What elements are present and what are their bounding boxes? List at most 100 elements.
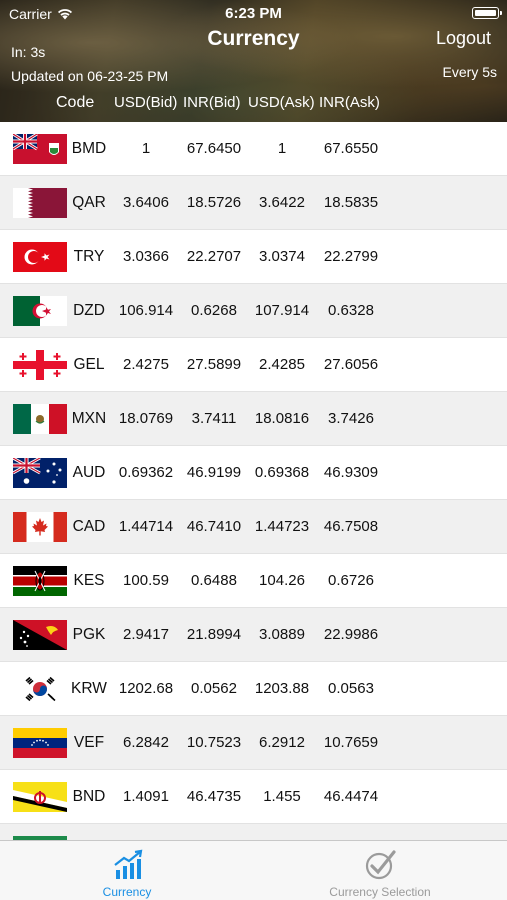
usd-bid-value: 2.9417: [123, 626, 169, 643]
brunei-flag-icon: [13, 782, 67, 812]
currency-row[interactable]: [0, 824, 507, 840]
currency-code: DZD: [73, 302, 105, 319]
currency-row[interactable]: GEL 2.4275 27.5899 2.4285 27.6056: [0, 338, 507, 392]
usd-ask-value: 3.0889: [259, 626, 305, 643]
tab-currency-selection[interactable]: Currency Selection: [280, 841, 480, 900]
column-header-inr-bid: INR(Bid): [183, 94, 241, 111]
inr-bid-value: 21.8994: [186, 626, 242, 643]
currency-code: QAR: [72, 194, 106, 211]
inr-ask-value: 46.9309: [323, 464, 379, 481]
usd-ask-value: 104.26: [259, 572, 305, 589]
mexico-flag-icon: [13, 404, 67, 434]
currency-code: AUD: [72, 464, 106, 481]
usd-ask-value: 1.44723: [254, 518, 310, 535]
usd-bid-value: 18.0769: [118, 410, 174, 427]
qatar-flag-icon: [13, 188, 67, 218]
usd-ask-value: 2.4285: [259, 356, 305, 373]
usd-ask-value: 107.914: [254, 302, 310, 319]
south-korea-flag-icon: [13, 674, 67, 704]
column-header-usd-bid: USD(Bid): [114, 94, 178, 111]
tab-currency-selection-label: Currency Selection: [329, 885, 431, 899]
column-header-code: Code: [56, 94, 95, 111]
venezuela-flag-icon: [13, 728, 67, 758]
usd-ask-value: 3.0374: [259, 248, 305, 265]
algeria-flag-icon: [13, 296, 67, 326]
currency-row[interactable]: DZD 106.914 0.6268 107.914 0.6328: [0, 284, 507, 338]
currency-row[interactable]: TRY 3.0366 22.2707 3.0374 22.2799: [0, 230, 507, 284]
inr-ask-value: 0.6726: [328, 572, 374, 589]
refresh-interval[interactable]: Every 5s: [443, 64, 497, 80]
usd-ask-value: 0.69368: [254, 464, 310, 481]
currency-code: CAD: [72, 518, 106, 535]
page-title: Currency: [207, 27, 300, 50]
updated-timestamp: Updated on 06-23-25 PM: [11, 68, 169, 84]
currency-row[interactable]: BMD 1 67.6450 1 67.6550: [0, 122, 507, 176]
inr-bid-value: [182, 824, 246, 840]
inr-bid-value: 0.6488: [191, 572, 237, 589]
currency-code: TRY: [73, 248, 105, 265]
inr-bid-value: 27.5899: [186, 356, 242, 373]
currency-row[interactable]: PGK 2.9417 21.8994 3.0889 22.9986: [0, 608, 507, 662]
currency-row[interactable]: AUD 0.69362 46.9199 0.69368 46.9309: [0, 446, 507, 500]
currency-row[interactable]: KRW 1202.68 0.0562 1203.88 0.0563: [0, 662, 507, 716]
usd-ask-value: 1203.88: [254, 680, 310, 697]
logout-button[interactable]: Logout: [436, 28, 491, 49]
inr-bid-value: 67.6450: [186, 140, 242, 157]
bermuda-flag-icon: [13, 134, 67, 164]
currency-row[interactable]: BND 1.4091 46.4735 1.455 46.4474: [0, 770, 507, 824]
canada-flag-icon: [13, 512, 67, 542]
currency-code: KRW: [71, 680, 107, 697]
header: Carrier 6:23 PM Currency Logout In: 3s E…: [0, 0, 507, 122]
currency-list[interactable]: BMD 1 67.6450 1 67.6550 QAR 3.6406 18.5726 3.642…: [0, 122, 507, 840]
currency-code: KES: [73, 572, 105, 589]
usd-ask-value: 3.6422: [259, 194, 305, 211]
status-time: 6:23 PM: [225, 5, 282, 22]
usd-ask-value: 1.455: [263, 788, 301, 805]
inr-ask-value: 3.7426: [328, 410, 374, 427]
inr-bid-value: 10.7523: [186, 734, 242, 751]
usd-ask-value: [247, 824, 317, 840]
chart-icon: [111, 849, 145, 881]
usd-bid-value: [110, 824, 182, 840]
usd-bid-value: 1202.68: [118, 680, 174, 697]
currency-code: BND: [72, 788, 106, 805]
inr-bid-value: 22.2707: [186, 248, 242, 265]
inr-bid-value: 0.0562: [191, 680, 237, 697]
usd-ask-value: 18.0816: [254, 410, 310, 427]
currency-row[interactable]: KES 100.59 0.6488 104.26 0.6726: [0, 554, 507, 608]
tab-bar: Currency Currency Selection: [0, 840, 507, 900]
inr-bid-value: 46.9199: [186, 464, 242, 481]
inr-ask-value: 67.6550: [323, 140, 379, 157]
tab-currency[interactable]: Currency: [27, 841, 227, 900]
usd-bid-value: 3.6406: [123, 194, 169, 211]
currency-row[interactable]: MXN 18.0769 3.7411 18.0816 3.7426: [0, 392, 507, 446]
currency-code: BMD: [71, 140, 107, 157]
inr-bid-value: 46.4735: [186, 788, 242, 805]
usd-bid-value: 3.0366: [123, 248, 169, 265]
currency-code: VEF: [73, 734, 105, 751]
usd-bid-value: 100.59: [123, 572, 169, 589]
inr-ask-value: 46.7508: [323, 518, 379, 535]
usd-bid-value: 2.4275: [123, 356, 169, 373]
currency-code: [70, 824, 108, 840]
turkey-flag-icon: [13, 242, 67, 272]
currency-row[interactable]: VEF 6.2842 10.7523 6.2912 10.7659: [0, 716, 507, 770]
usd-ask-value: 6.2912: [259, 734, 305, 751]
georgia-flag-icon: [13, 350, 67, 380]
currency-row[interactable]: CAD 1.44714 46.7410 1.44723 46.7508: [0, 500, 507, 554]
usd-bid-value: 106.914: [118, 302, 174, 319]
inr-ask-value: 0.0563: [328, 680, 374, 697]
usd-bid-value: 6.2842: [123, 734, 169, 751]
inr-bid-value: 0.6268: [191, 302, 237, 319]
inr-ask-value: 18.5835: [323, 194, 379, 211]
usd-bid-value: 1.44714: [118, 518, 174, 535]
checkmark-icon: [364, 849, 398, 881]
inr-ask-value: 22.9986: [323, 626, 379, 643]
usd-bid-value: 0.69362: [118, 464, 174, 481]
currency-row[interactable]: QAR 3.6406 18.5726 3.6422 18.5835: [0, 176, 507, 230]
currency-code: MXN: [71, 410, 107, 427]
kenya-flag-icon: [13, 566, 67, 596]
currency-code: PGK: [72, 626, 106, 643]
column-header-inr-ask: INR(Ask): [319, 94, 380, 111]
inr-ask-value: 22.2799: [323, 248, 379, 265]
